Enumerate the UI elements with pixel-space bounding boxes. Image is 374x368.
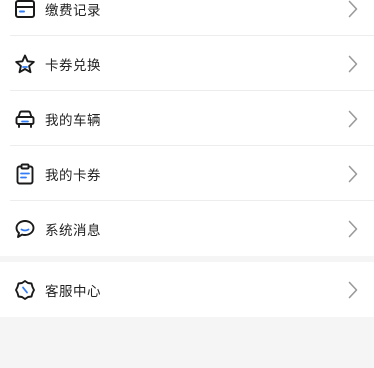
menu-group-main: 缴费记录 卡券兑换 我的车辆 我的卡券 系统消息 <box>0 0 374 256</box>
chevron-right-icon <box>348 165 358 183</box>
car-icon <box>13 107 37 131</box>
star-icon <box>13 52 37 76</box>
menu-item-label: 缴费记录 <box>45 2 101 19</box>
menu-item-my-vehicles[interactable]: 我的车辆 <box>0 91 374 146</box>
chevron-right-icon <box>348 0 358 18</box>
menu-item-label: 我的卡券 <box>45 167 101 184</box>
chevron-right-icon <box>348 281 358 299</box>
support-badge-icon <box>13 278 37 302</box>
menu-item-customer-service[interactable]: 客服中心 <box>0 262 374 317</box>
menu-item-label: 客服中心 <box>45 283 101 300</box>
menu-item-system-messages[interactable]: 系统消息 <box>0 201 374 256</box>
menu-item-coupon-redeem[interactable]: 卡券兑换 <box>0 36 374 91</box>
menu-item-label: 我的车辆 <box>45 112 101 129</box>
menu-item-label: 系统消息 <box>45 222 101 239</box>
menu-item-label: 卡券兑换 <box>45 57 101 74</box>
chevron-right-icon <box>348 110 358 128</box>
menu-group-support: 客服中心 <box>0 262 374 317</box>
menu-item-payment-records[interactable]: 缴费记录 <box>0 0 374 36</box>
wallet-icon <box>13 0 37 21</box>
chat-bubble-icon <box>13 217 37 241</box>
menu-item-my-coupons[interactable]: 我的卡券 <box>0 146 374 201</box>
chevron-right-icon <box>348 220 358 238</box>
chevron-right-icon <box>348 55 358 73</box>
clipboard-icon <box>13 162 37 186</box>
